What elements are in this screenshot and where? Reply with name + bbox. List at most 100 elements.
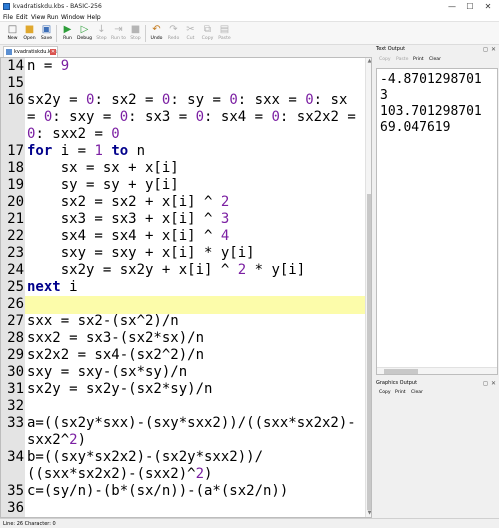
code-line: sxx2^2): [27, 432, 87, 449]
menu-help[interactable]: Help: [87, 14, 101, 21]
text-output-horizontal-scrollbar[interactable]: [377, 367, 497, 374]
code-line: sx2y = sx2y + x[i] ^ 2 * y[i]: [27, 262, 306, 279]
code-line: sx2x2 = sx4-(sx2^2)/n: [27, 347, 205, 364]
step-icon: ↓: [97, 24, 106, 35]
paste-icon: ▤: [219, 24, 230, 35]
output-line: 3: [380, 88, 388, 103]
text-paste-button[interactable]: Paste: [396, 57, 408, 62]
redo-button[interactable]: ↷ Redo: [165, 24, 182, 44]
close-icon[interactable]: ✕: [490, 46, 497, 53]
scroll-up-arrow-icon[interactable]: ▲: [366, 58, 371, 65]
code-line: sx3 = sx3 + x[i] ^ 3: [27, 211, 230, 228]
cut-button[interactable]: ✂ Cut: [182, 24, 199, 44]
new-button[interactable]: □ New: [4, 24, 21, 44]
text-output-header: Text Output ◻ ✕: [376, 45, 498, 54]
editor-vertical-scrollbar[interactable]: ▲ ▼: [365, 58, 371, 517]
line-number: 22: [7, 228, 24, 245]
text-clear-button[interactable]: Clear: [429, 57, 441, 62]
close-window-button[interactable]: ✕: [479, 1, 497, 12]
menu-file[interactable]: File: [3, 14, 13, 21]
close-tab-icon[interactable]: ✕: [50, 49, 56, 55]
line-number: 19: [7, 177, 24, 194]
line-number: 28: [7, 330, 24, 347]
text-print-button[interactable]: Print: [413, 57, 424, 62]
app-icon: [3, 3, 10, 10]
line-number: 25: [7, 279, 24, 296]
text-copy-button[interactable]: Copy: [379, 57, 391, 62]
status-bar: Line: 26 Character: 0: [0, 518, 499, 528]
scissors-icon: ✂: [186, 24, 195, 35]
code-line: n = 9: [27, 58, 70, 75]
play-icon: ▶: [63, 24, 72, 35]
stop-icon: ■: [130, 24, 141, 35]
open-button[interactable]: ■ Open: [21, 24, 38, 44]
code-line: sxx2 = sx3-(sx2*sx)/n: [27, 330, 205, 347]
save-button[interactable]: ▣ Save: [38, 24, 55, 44]
save-icon: ▣: [41, 24, 52, 35]
code-line: sx2y = sx2y-(sx2*sy)/n: [27, 381, 213, 398]
code-line: next i: [27, 279, 78, 296]
maximize-button[interactable]: ☐: [461, 1, 479, 12]
minimize-button[interactable]: —: [443, 1, 461, 12]
copy-icon: ⧉: [203, 24, 212, 35]
scrollbar-thumb[interactable]: [367, 194, 371, 510]
line-number: 35: [7, 483, 24, 500]
line-number: 24: [7, 262, 24, 279]
file-icon: [6, 49, 12, 55]
code-editor[interactable]: 14 n = 9 15 16 sx2y = 0: sx2 = 0: sy = 0: …: [0, 57, 372, 518]
graphics-output-area[interactable]: [376, 399, 498, 518]
graphics-clear-button[interactable]: Clear: [411, 390, 423, 395]
menu-window[interactable]: Window: [61, 14, 85, 21]
graphics-copy-button[interactable]: Copy: [379, 390, 391, 395]
float-icon[interactable]: ◻: [482, 46, 489, 53]
code-line: sx4 = sx4 + x[i] ^ 4: [27, 228, 230, 245]
line-number: 27: [7, 313, 24, 330]
run-to-button[interactable]: ⇥ Run to: [110, 24, 127, 44]
output-line: 103.701298701: [380, 104, 482, 119]
run-button[interactable]: ▶ Run: [59, 24, 76, 44]
tab-kvadratiskdu[interactable]: kvadratiskdu.kbs ✕: [3, 46, 58, 57]
debug-button[interactable]: ▷ Debug: [76, 24, 93, 44]
output-line: -4.8701298701: [380, 72, 482, 87]
line-number: 29: [7, 347, 24, 364]
copy-button[interactable]: ⧉ Copy: [199, 24, 216, 44]
status-text: Line: 26 Character: 0: [3, 521, 56, 527]
new-file-icon: □: [7, 24, 18, 35]
line-number: 31: [7, 381, 24, 398]
line-number: 32: [7, 398, 24, 415]
stop-button[interactable]: ■ Stop: [127, 24, 144, 44]
code-line: a=((sx2y*sxx)-(sxy*sxx2))/((sxx*sx2x2)-: [27, 415, 356, 432]
line-number: 20: [7, 194, 24, 211]
line-number: 33: [7, 415, 24, 432]
menu-view[interactable]: View: [31, 14, 45, 21]
redo-icon: ↷: [169, 24, 178, 35]
code-line: for i = 1 to n: [27, 143, 146, 160]
code-line: sx2y = 0: sx2 = 0: sy = 0: sxx = 0: sx: [27, 92, 348, 109]
scrollbar-thumb[interactable]: [384, 369, 418, 374]
title-bar: kvadratiskdu.kbs - BASIC-256 — ☐ ✕: [0, 0, 499, 13]
current-line-highlight: [25, 296, 365, 314]
graphics-output-toolbar: Copy Print Clear: [376, 389, 498, 398]
undo-button[interactable]: ↶ Undo: [148, 24, 165, 44]
paste-button[interactable]: ▤ Paste: [216, 24, 233, 44]
float-icon[interactable]: ◻: [482, 380, 489, 387]
window-title: kvadratiskdu.kbs - BASIC-256: [13, 3, 102, 10]
line-number: 21: [7, 211, 24, 228]
graphics-print-button[interactable]: Print: [395, 390, 406, 395]
menu-edit[interactable]: Edit: [16, 14, 28, 21]
code-line: = 0: sxy = 0: sx3 = 0: sx4 = 0: sx2x2 =: [27, 109, 356, 126]
scroll-down-arrow-icon[interactable]: ▼: [366, 510, 371, 517]
step-button[interactable]: ↓ Step: [93, 24, 110, 44]
text-output-toolbar: Copy Paste Print Clear: [376, 56, 498, 65]
folder-icon: ■: [24, 24, 35, 35]
line-number: 36: [7, 500, 24, 517]
code-line: sy = sy + y[i]: [27, 177, 179, 194]
line-number: 17: [7, 143, 24, 160]
undo-icon: ↶: [152, 24, 161, 35]
line-number: 15: [7, 75, 24, 92]
line-number: 23: [7, 245, 24, 262]
menu-run[interactable]: Run: [47, 14, 59, 21]
close-icon[interactable]: ✕: [490, 380, 497, 387]
text-output-area[interactable]: -4.8701298701 3 103.701298701 69.047619: [376, 68, 498, 375]
graphics-output-title: Graphics Output: [376, 380, 418, 386]
